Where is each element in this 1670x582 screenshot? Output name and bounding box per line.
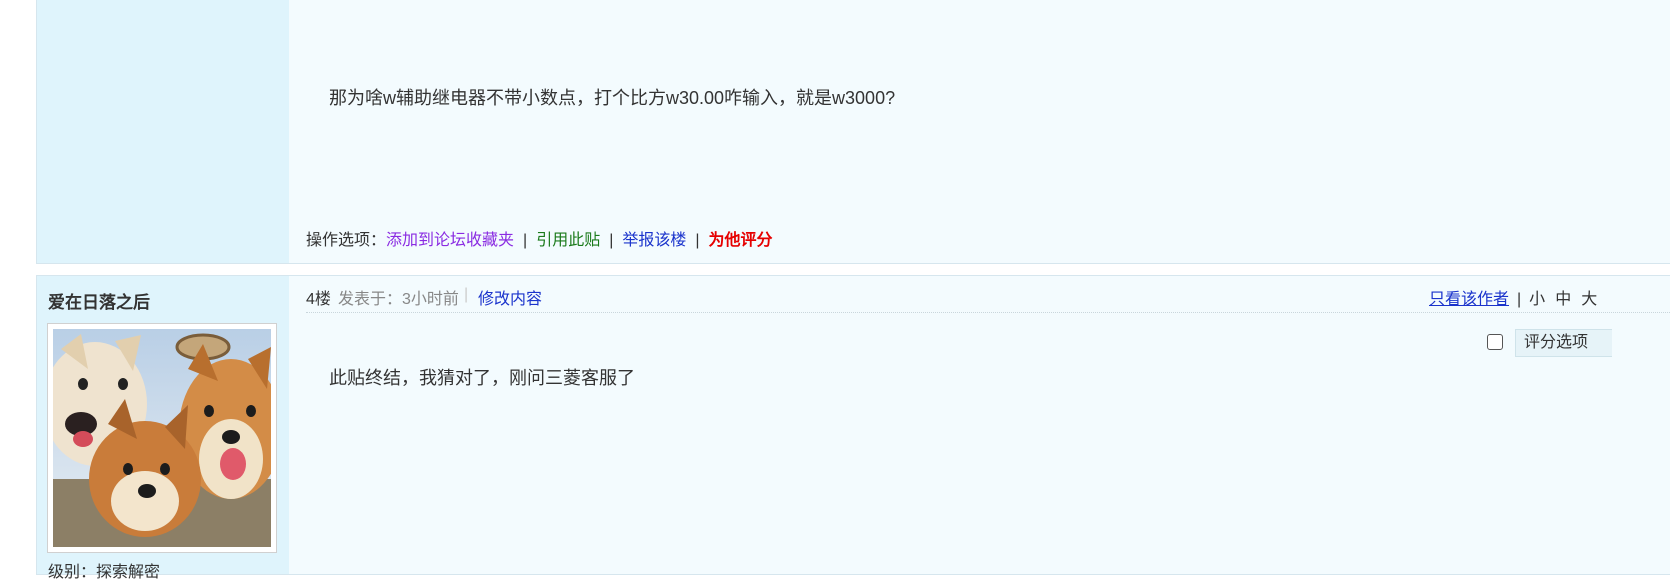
floor-number: 4楼 bbox=[306, 291, 331, 308]
user-level: 级别：探索解密 bbox=[48, 564, 161, 581]
report-post-link[interactable]: 举报该楼 bbox=[622, 232, 686, 249]
separator: | bbox=[695, 232, 700, 249]
edit-content-link[interactable]: 修改内容 bbox=[478, 285, 542, 309]
separator: | bbox=[1517, 291, 1522, 308]
separator: | bbox=[523, 232, 528, 249]
operations-label: 操作选项： bbox=[306, 232, 387, 249]
add-to-favorites-link[interactable]: 添加到论坛收藏夹 bbox=[386, 232, 514, 249]
post-content: 此贴终结，我猜对了，刚问三菱客服了 bbox=[329, 368, 635, 388]
rate-options-button[interactable]: 评分选项 bbox=[1515, 329, 1612, 357]
separator: | bbox=[609, 232, 614, 249]
post-header-tools: 只看该作者 | 小中大 bbox=[1429, 285, 1607, 309]
author-sidebar bbox=[37, 0, 289, 263]
quote-post-link[interactable]: 引用此贴 bbox=[536, 232, 600, 249]
rate-user-link[interactable]: 为他评分 bbox=[709, 232, 773, 249]
shiba-dogs-avatar-icon bbox=[53, 329, 271, 547]
post-operations: 操作选项：添加到论坛收藏夹 | 引用此贴 | 举报该楼 | 为他评分 bbox=[306, 226, 773, 250]
post-floor-4: 爱在日落之后 级别：探索解密 4楼 发表于：3小时前 | 修改内容 只看该作者 … bbox=[36, 275, 1670, 581]
font-size-large[interactable]: 大 bbox=[1581, 291, 1597, 308]
post-body: 4楼 发表于：3小时前 | 修改内容 只看该作者 | 小中大 此贴终结，我猜对了，刚… bbox=[289, 276, 1670, 574]
author-name[interactable]: 爱在日落之后 bbox=[48, 288, 150, 313]
divider: | bbox=[464, 286, 469, 303]
post-body: 那为啥w辅助继电器不带小数点，打个比方w30.00咋输入，就是w3000? 操作… bbox=[289, 0, 1670, 263]
post-content: 那为啥w辅助继电器不带小数点，打个比方w30.00咋输入，就是w3000? bbox=[329, 88, 896, 108]
only-this-author-link[interactable]: 只看该作者 bbox=[1429, 291, 1509, 308]
post-previous: 那为啥w辅助继电器不带小数点，打个比方w30.00咋输入，就是w3000? 操作… bbox=[36, 0, 1670, 264]
post-header: 4楼 发表于：3小时前 | 修改内容 只看该作者 | 小中大 bbox=[306, 276, 1670, 313]
rate-checkbox[interactable] bbox=[1487, 334, 1503, 350]
author-sidebar: 爱在日落之后 级别：探索解密 bbox=[37, 276, 289, 581]
font-size-medium[interactable]: 中 bbox=[1555, 291, 1571, 308]
font-size-small[interactable]: 小 bbox=[1529, 291, 1545, 308]
post-timestamp: 发表于：3小时前 bbox=[338, 291, 459, 308]
avatar[interactable] bbox=[47, 323, 277, 553]
